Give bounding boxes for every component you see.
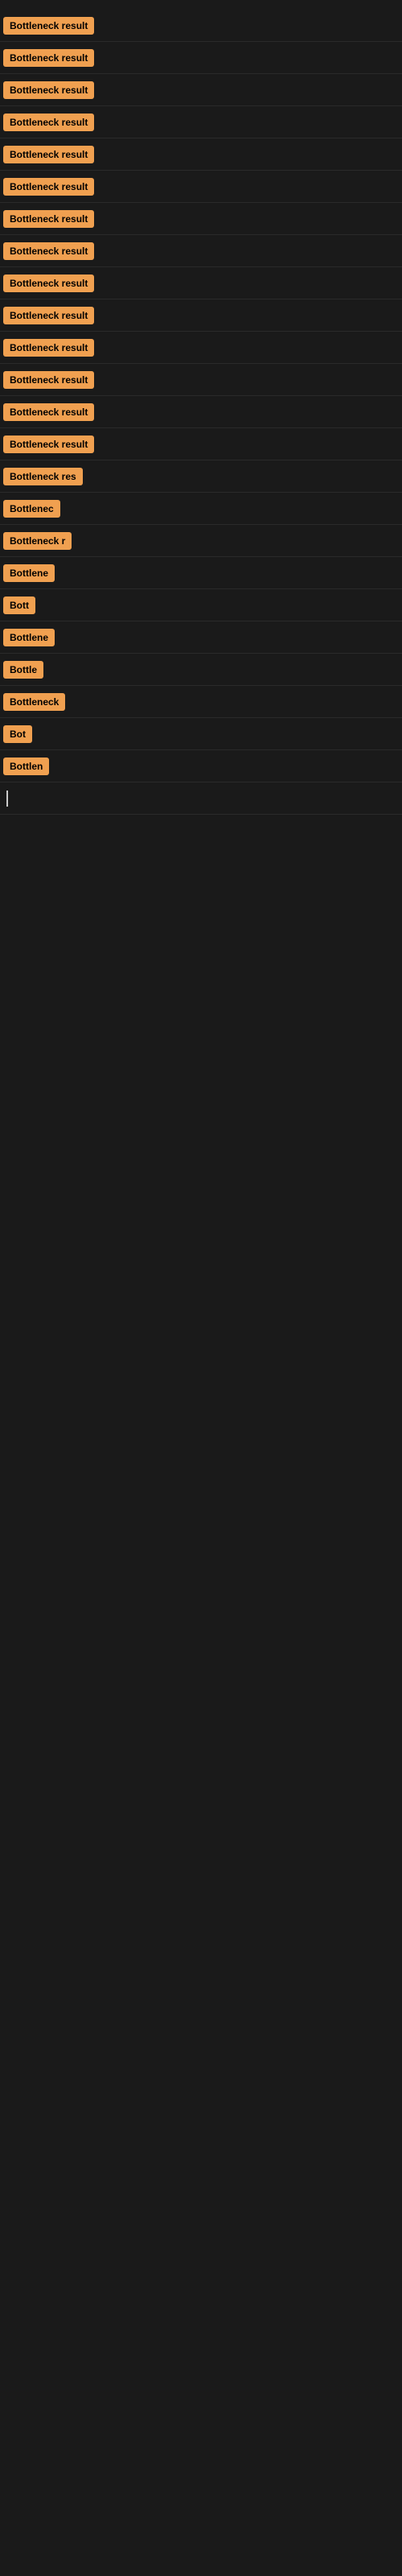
list-item[interactable]: Bottleneck result [0,267,402,299]
list-item[interactable]: Bottleneck result [0,106,402,138]
bottleneck-result-badge: Bottleneck r [3,532,72,550]
bottleneck-result-badge: Bottlene [3,629,55,646]
bottleneck-result-badge: Bottleneck result [3,371,94,389]
list-item[interactable]: Bottleneck result [0,171,402,203]
list-item[interactable]: Bottleneck result [0,396,402,428]
list-item[interactable]: Bottlen [0,750,402,782]
list-item[interactable]: Bottleneck result [0,203,402,235]
list-item[interactable]: Bottleneck [0,686,402,718]
list-item[interactable]: Bottleneck result [0,235,402,267]
bottleneck-result-badge: Bottleneck result [3,114,94,131]
bottleneck-result-badge: Bottleneck result [3,339,94,357]
site-title [0,0,402,10]
list-item[interactable]: Bot [0,718,402,750]
bottleneck-result-badge: Bottleneck result [3,436,94,453]
list-item[interactable]: Bottleneck result [0,10,402,42]
rows-container: Bottleneck result Bottleneck result Bottle… [0,10,402,782]
text-cursor [6,791,8,807]
bottleneck-result-badge: Bottleneck result [3,275,94,292]
bottleneck-result-badge: Bott [3,597,35,614]
bottleneck-result-badge: Bottleneck result [3,81,94,99]
bottleneck-result-badge: Bottleneck result [3,49,94,67]
list-item[interactable]: Bottleneck result [0,74,402,106]
list-item[interactable]: Bottleneck res [0,460,402,493]
list-item[interactable]: Bottleneck result [0,42,402,74]
list-item[interactable]: Bottlenec [0,493,402,525]
list-item[interactable]: Bottle [0,654,402,686]
list-item[interactable]: Bottleneck result [0,138,402,171]
bottleneck-result-badge: Bottleneck res [3,468,83,485]
bottleneck-result-badge: Bottlenec [3,500,60,518]
bottleneck-result-badge: Bottleneck result [3,210,94,228]
bottleneck-result-badge: Bottleneck result [3,307,94,324]
bottleneck-result-badge: Bottleneck result [3,17,94,35]
bottleneck-result-badge: Bottlen [3,758,49,775]
list-item[interactable]: Bott [0,589,402,621]
bottleneck-result-badge: Bot [3,725,32,743]
list-item[interactable]: Bottleneck r [0,525,402,557]
list-item[interactable]: Bottleneck result [0,299,402,332]
list-item[interactable]: Bottleneck result [0,332,402,364]
bottleneck-result-badge: Bottle [3,661,43,679]
list-item[interactable]: Bottlene [0,557,402,589]
bottleneck-result-badge: Bottleneck result [3,242,94,260]
list-item[interactable]: Bottlene [0,621,402,654]
site-header [0,0,402,10]
bottleneck-result-badge: Bottleneck result [3,403,94,421]
bottleneck-result-badge: Bottlene [3,564,55,582]
bottleneck-result-badge: Bottleneck result [3,178,94,196]
bottleneck-result-badge: Bottleneck [3,693,65,711]
bottleneck-result-badge: Bottleneck result [3,146,94,163]
cursor-row [0,782,402,815]
empty-space [0,815,402,1781]
list-item[interactable]: Bottleneck result [0,364,402,396]
list-item[interactable]: Bottleneck result [0,428,402,460]
